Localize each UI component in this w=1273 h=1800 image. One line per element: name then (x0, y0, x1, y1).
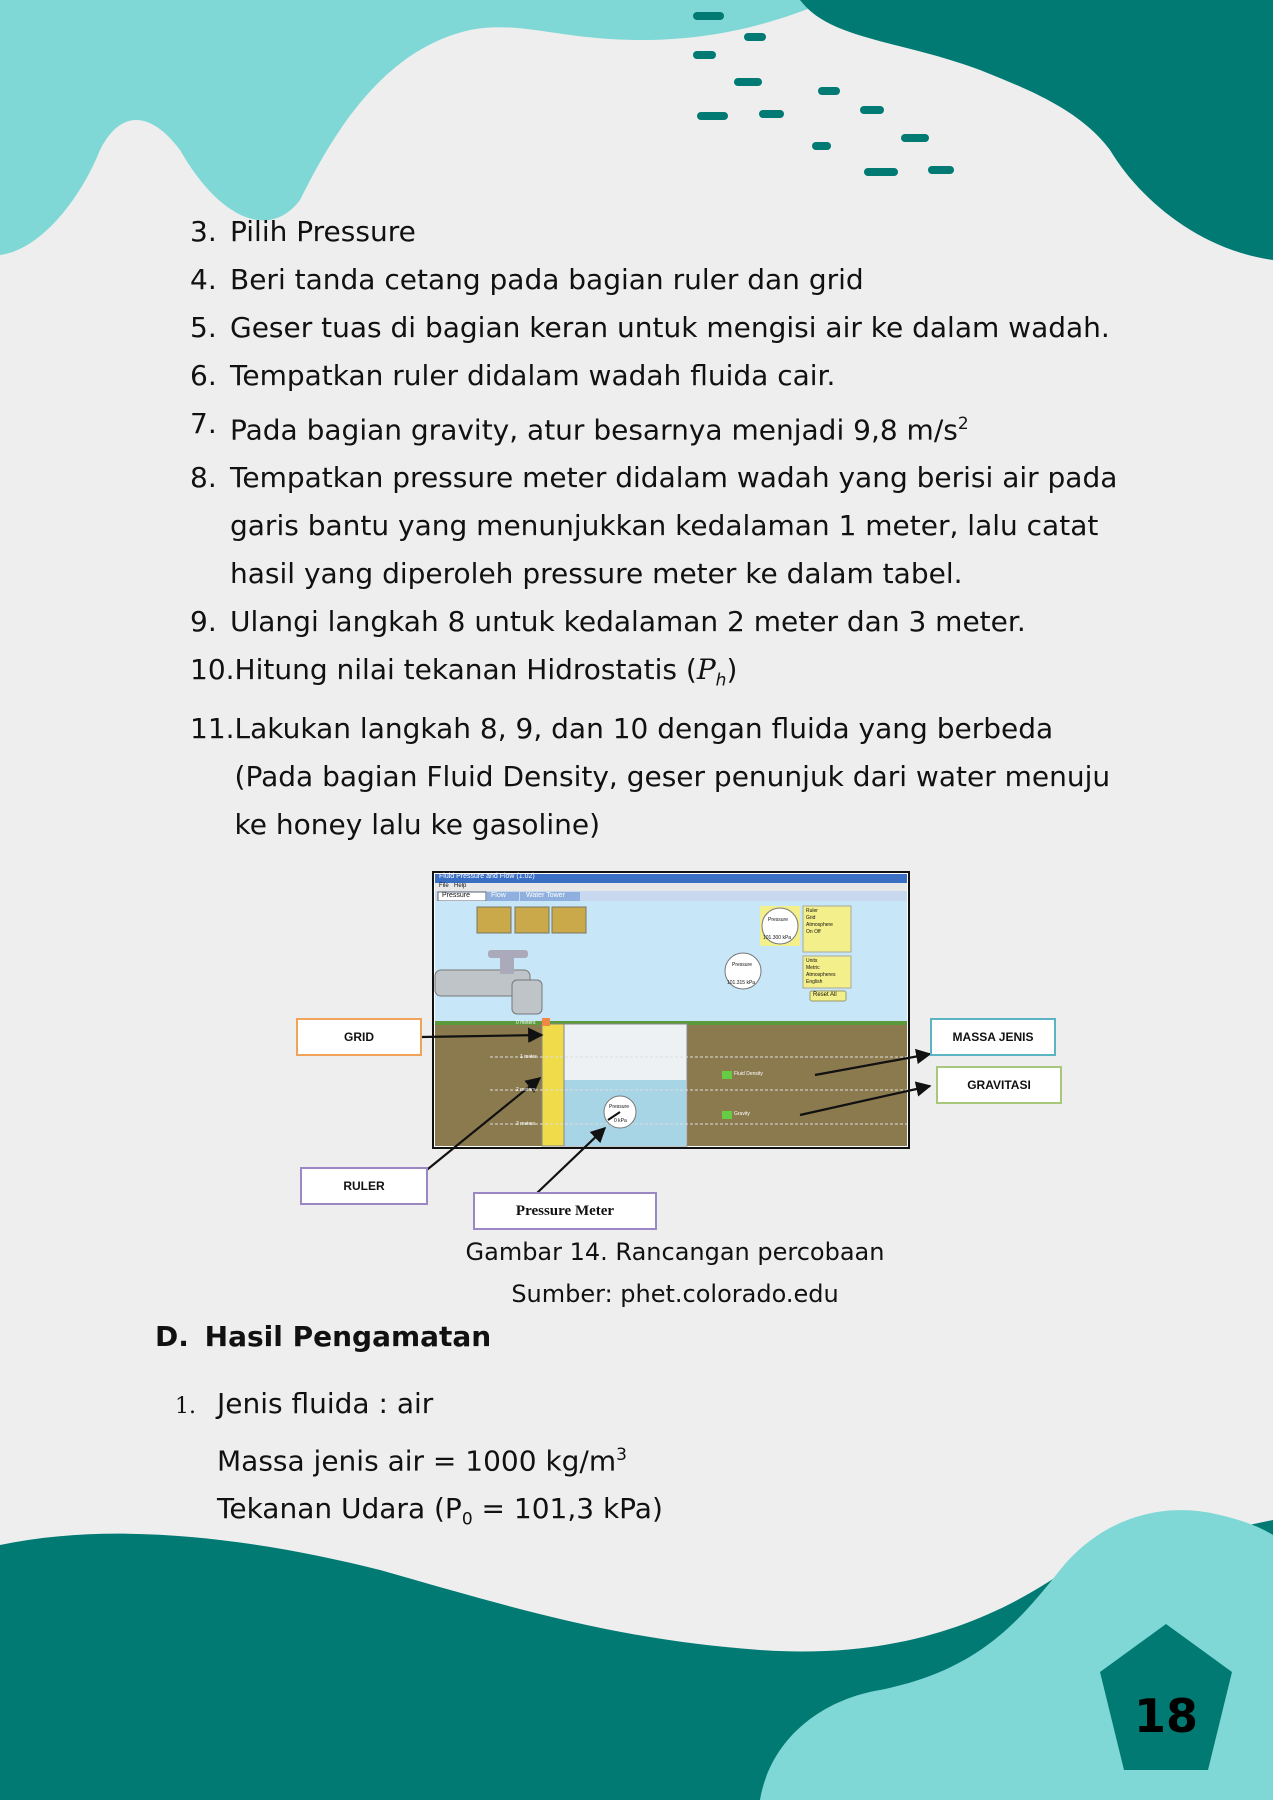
menu-bar (435, 883, 907, 891)
step-8: 8. Tempatkan pressure meter didalam wadah… (190, 461, 1118, 591)
tab-flow[interactable]: Flow (491, 892, 506, 899)
atmosphere-label: Atmosphere (806, 922, 833, 928)
menu-file[interactable]: File (439, 883, 449, 889)
figure-source: Sumber: phet.colorado.edu (511, 1280, 839, 1308)
ruler (541, 1023, 565, 1147)
ruler-mark-1: 1 meter (520, 1054, 537, 1060)
label-ruler: RULER (300, 1167, 428, 1205)
step-7: 7. Pada bagian gravity, atur besarnya men… (190, 407, 969, 447)
units-atmospheres[interactable]: Atmospheres (806, 972, 835, 979)
fluid-type: Jenis fluida : air (217, 1387, 434, 1420)
menu-help[interactable]: Help (454, 883, 466, 889)
ruler-mark-0: 0 meters (516, 1020, 536, 1026)
step-9: 9. Ulangi langkah 8 untuk kedalaman 2 met… (190, 605, 1026, 639)
label-pressure-meter: Pressure Meter (473, 1192, 657, 1230)
fluid-density-slider[interactable]: Fluid Density (734, 1071, 763, 1077)
label-gravitasi: GRAVITASI (936, 1066, 1062, 1104)
section-title: Hasil Pengamatan (204, 1320, 492, 1353)
observation-number: 1. (175, 1394, 196, 1419)
step-6: 6. Tempatkan ruler didalam wadah fluida c… (190, 359, 836, 392)
atmosphere-on[interactable]: On (806, 929, 813, 935)
ruler-mark-3: 3 meters (516, 1121, 536, 1127)
procedure-steps: 3. Pilih Pressure 4. Beri tanda cetang pad… (190, 208, 1120, 849)
atmosphere-off[interactable]: Off (814, 929, 821, 935)
gauge3-value: 0 kPa (614, 1118, 627, 1124)
units-label: Units (806, 958, 818, 964)
simulation-figure: Fluid Pressure and Flow (1.02) File Help… (290, 868, 1070, 1238)
step-3: 3. Pilih Pressure (190, 215, 416, 248)
section-heading: D. Hasil Pengamatan (155, 1320, 491, 1353)
step-11: 11. Lakukan langkah 8, 9, dan 10 dengan f… (190, 711, 1111, 841)
gauge2-label: Pressure (732, 962, 753, 968)
air-pressure-line: Tekanan Udara (P0 = 101,3 kPa) (217, 1492, 663, 1530)
figure-caption: Gambar 14. Rancangan percobaan (465, 1238, 885, 1266)
ruler-mark-2: 2 meters (516, 1087, 536, 1093)
reset-all-button[interactable]: Reset All (813, 992, 837, 998)
observation-1: 1. Jenis fluida : air Massa jenis air = 1… (175, 1380, 663, 1544)
step-10: 10. Hitung nilai tekanan Hidrostatis (Ph) (190, 653, 738, 691)
control-panel: Ruler Grid Atmosphere On Off (806, 908, 833, 936)
gauge2-value: 101.315 kPa (727, 980, 756, 986)
gauge3-label: Pressure (609, 1104, 630, 1110)
gauge1-value: 101.300 kPa (763, 935, 792, 941)
ruler-checkbox[interactable]: Ruler (806, 908, 833, 915)
section-letter: D. (155, 1320, 189, 1353)
gravity-slider[interactable]: Gravity (734, 1111, 750, 1117)
step-4: 4. Beri tanda cetang pada bagian ruler da… (190, 263, 864, 296)
units-english[interactable]: English (806, 979, 835, 986)
step-5: 5. Geser tuas di bagian keran untuk mengi… (190, 311, 1110, 344)
gauge1-label: Pressure (768, 917, 789, 923)
window-title: Fluid Pressure and Flow (1.02) (439, 873, 535, 880)
grid-checkbox[interactable]: Grid (806, 915, 833, 922)
page-number-badge: 18 (1100, 1624, 1232, 1770)
density-line: Massa jenis air = 1000 kg/m3 (217, 1444, 627, 1478)
tab-pressure[interactable]: Pressure (442, 892, 470, 899)
page-number: 18 (1134, 1689, 1198, 1743)
units-metric[interactable]: Metric (806, 965, 835, 972)
units-panel: Units Metric Atmospheres English (806, 958, 835, 986)
label-grid: GRID (296, 1018, 422, 1056)
tab-water-tower[interactable]: Water Tower (526, 892, 565, 899)
label-massa-jenis: MASSA JENIS (930, 1018, 1056, 1056)
